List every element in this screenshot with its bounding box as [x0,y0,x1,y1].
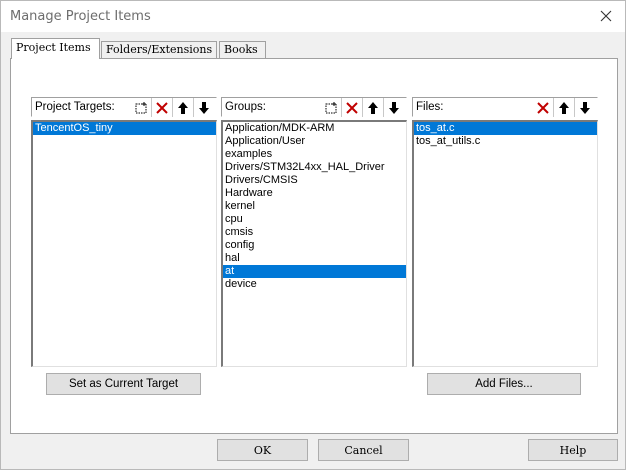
group-item[interactable]: Application/User [223,135,406,148]
files-header: Files: [412,97,598,117]
group-item[interactable]: at [223,265,406,278]
tab-folders-extensions[interactable]: Folders/Extensions [101,41,217,58]
group-item[interactable]: cpu [223,213,406,226]
set-as-current-target-button[interactable]: Set as Current Target [46,373,201,395]
new-target-button[interactable] [130,98,151,117]
group-item[interactable]: Drivers/CMSIS [223,174,406,187]
tab-books[interactable]: Books [219,41,266,58]
delete-group-button[interactable] [341,98,362,117]
tab-content: Project Targets: TencentOS_tiny Groups: … [10,58,618,434]
move-down-icon [389,101,399,114]
move-file-up-button[interactable] [553,98,574,117]
groups-label: Groups: [225,101,266,113]
new-item-icon [325,101,336,113]
new-group-button[interactable] [320,98,341,117]
move-up-icon [178,101,188,114]
move-target-down-button[interactable] [193,98,214,117]
group-item[interactable]: cmsis [223,226,406,239]
move-down-icon [199,101,209,114]
file-item[interactable]: tos_at_utils.c [414,135,597,148]
group-item[interactable]: kernel [223,200,406,213]
project-targets-toolbar [130,98,214,117]
group-item[interactable]: hal [223,252,406,265]
group-item[interactable]: device [223,278,406,291]
project-targets-label: Project Targets: [35,101,115,113]
group-item[interactable]: config [223,239,406,252]
close-button[interactable] [589,1,623,31]
help-button[interactable]: Help [528,439,618,461]
group-item[interactable]: Hardware [223,187,406,200]
delete-file-button[interactable] [532,98,553,117]
group-item[interactable]: Drivers/STM32L4xx_HAL_Driver [223,161,406,174]
ok-button[interactable]: OK [217,439,308,461]
move-group-down-button[interactable] [383,98,404,117]
new-item-icon [135,101,146,113]
move-target-up-button[interactable] [172,98,193,117]
tab-project-items[interactable]: Project Items [11,38,100,59]
delete-icon [346,101,358,114]
move-down-icon [580,101,590,114]
project-targets-list[interactable]: TencentOS_tiny [31,120,217,367]
group-item[interactable]: Application/MDK-ARM [223,122,406,135]
files-list[interactable]: tos_at.c tos_at_utils.c [412,120,598,367]
move-file-down-button[interactable] [574,98,595,117]
move-up-icon [559,101,569,114]
cancel-button[interactable]: Cancel [318,439,409,461]
target-item[interactable]: TencentOS_tiny [33,122,216,135]
add-files-button[interactable]: Add Files... [427,373,581,395]
groups-list[interactable]: Application/MDK-ARM Application/User exa… [221,120,407,367]
files-toolbar [532,98,595,117]
move-up-icon [368,101,378,114]
manage-project-items-dialog: Manage Project Items Project Items Folde… [0,0,626,470]
groups-header: Groups: [221,97,407,117]
file-item[interactable]: tos_at.c [414,122,597,135]
files-label: Files: [416,101,444,113]
project-targets-header: Project Targets: [31,97,217,117]
group-item[interactable]: examples [223,148,406,161]
close-icon [600,10,612,22]
delete-icon [156,101,168,114]
delete-icon [536,101,549,114]
window-title: Manage Project Items [10,9,151,24]
title-bar: Manage Project Items [1,1,625,32]
move-group-up-button[interactable] [362,98,383,117]
delete-target-button[interactable] [151,98,172,117]
groups-toolbar [320,98,404,117]
